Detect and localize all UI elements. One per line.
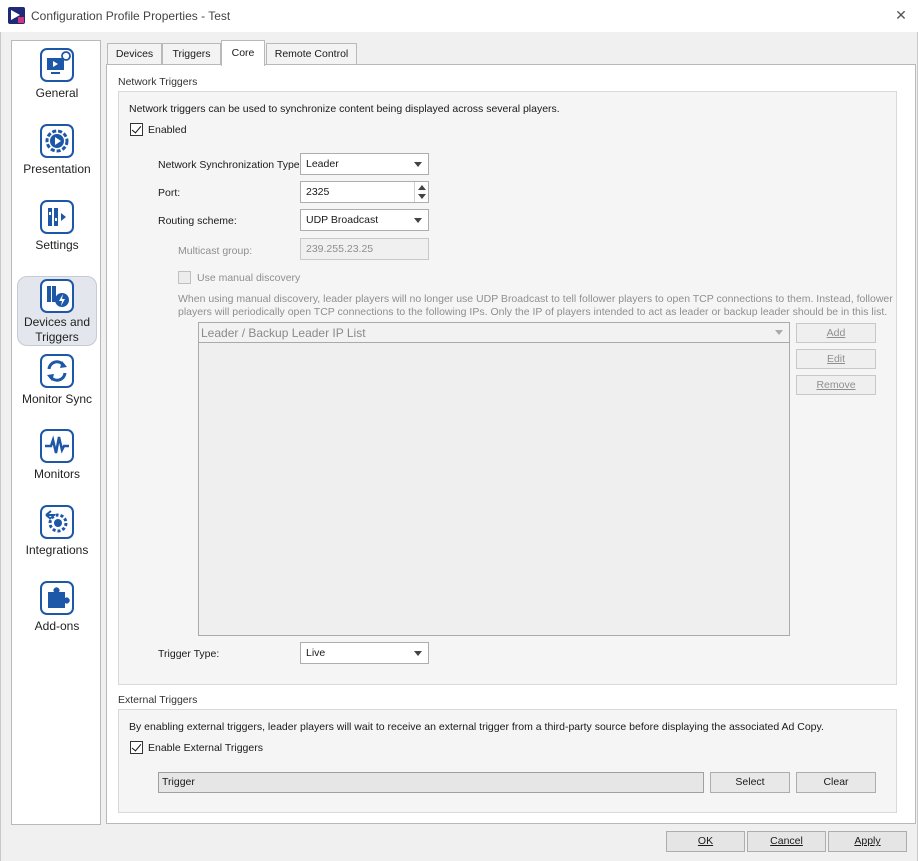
manual-discovery-help-line-2: players will periodically open TCP conne… (178, 306, 888, 318)
sidebar-item-label: Presentation (23, 162, 91, 176)
edit-button[interactable]: Edit (796, 349, 876, 369)
remove-button-label: Remove (816, 379, 856, 391)
sliders-icon (40, 200, 74, 234)
routing-scheme-dropdown[interactable]: UDP Broadcast (300, 209, 429, 231)
multicast-group-label: Multicast group: (178, 245, 253, 257)
manual-discovery-help-line-1: When using manual discovery, leader play… (178, 293, 893, 305)
ok-button[interactable]: OK (666, 831, 745, 852)
sidebar-item-label: Integrations (25, 543, 89, 557)
sidebar-item-label: General (35, 86, 79, 100)
add-button[interactable]: Add (796, 323, 876, 343)
close-button[interactable]: ✕ (888, 4, 914, 28)
puzzle-icon (40, 581, 74, 615)
sidebar-item-devices-and-triggers[interactable]: Devices and Triggers (17, 276, 97, 346)
sidebar-item-monitor-sync[interactable]: Monitor Sync (17, 354, 97, 424)
play-gear-icon (40, 124, 74, 158)
apply-button-label: Apply (854, 835, 881, 847)
enable-external-triggers-checkbox[interactable] (130, 741, 143, 754)
cancel-button[interactable]: Cancel (747, 831, 826, 852)
sidebar-item-label: Monitors (33, 467, 80, 481)
clear-button[interactable]: Clear (796, 772, 876, 793)
monitor-settings-icon (40, 48, 74, 82)
tab-devices[interactable]: Devices (107, 43, 162, 65)
sync-arrows-icon (40, 354, 74, 388)
window-title: Configuration Profile Properties - Test (31, 9, 231, 23)
manual-discovery-checkbox[interactable] (178, 271, 191, 284)
tab-core[interactable]: Core (221, 40, 265, 66)
sidebar-item-add-ons[interactable]: Add-ons (17, 581, 97, 647)
trigger-type-value: Live (306, 647, 326, 659)
routing-scheme-label: Routing scheme: (158, 215, 237, 227)
multicast-group-field[interactable]: 239.255.23.25 (300, 238, 429, 260)
chevron-down-icon (775, 330, 783, 335)
external-triggers-title: External Triggers (118, 694, 198, 706)
select-button[interactable]: Select (710, 772, 790, 793)
integration-gear-icon (40, 505, 74, 539)
external-triggers-description: By enabling external triggers, leader pl… (129, 721, 824, 733)
sync-type-label: Network Synchronization Type: (158, 159, 303, 171)
edit-button-label: Edit (826, 353, 846, 365)
ok-button-label: OK (697, 835, 714, 847)
network-triggers-description: Network triggers can be used to synchron… (129, 103, 560, 115)
port-spin-buttons[interactable] (414, 182, 428, 202)
sidebar-item-label: Devices and Triggers (23, 315, 91, 344)
sidebar-item-settings[interactable]: Settings (17, 200, 97, 266)
sidebar-item-presentation[interactable]: Presentation (17, 124, 97, 190)
port-label: Port: (158, 187, 181, 199)
apply-button[interactable]: Apply (828, 831, 907, 852)
trigger-type-label: Trigger Type: (158, 648, 220, 660)
chevron-down-icon (414, 651, 422, 656)
heartbeat-icon (40, 429, 74, 463)
devices-lightning-icon (40, 279, 74, 313)
ip-list[interactable]: Leader / Backup Leader IP List (198, 322, 790, 636)
chevron-down-icon (414, 162, 422, 167)
cancel-button-label: Cancel (770, 835, 803, 847)
port-value: 2325 (306, 186, 330, 198)
app-logo-icon (8, 7, 25, 24)
sidebar: General Presentation Settings Devices an… (11, 40, 101, 825)
ip-list-header-label: Leader / Backup Leader IP List (201, 326, 366, 340)
arrow-down-icon[interactable] (418, 194, 426, 199)
routing-scheme-value: UDP Broadcast (306, 214, 379, 226)
port-stepper[interactable]: 2325 (300, 181, 429, 203)
enabled-checkbox[interactable] (130, 123, 143, 136)
sync-type-value: Leader (306, 158, 339, 170)
manual-discovery-label: Use manual discovery (197, 272, 301, 284)
chevron-down-icon (414, 218, 422, 223)
trigger-field[interactable]: Trigger (158, 772, 704, 793)
remove-button[interactable]: Remove (796, 375, 876, 395)
tab-remote-control[interactable]: Remote Control (266, 43, 357, 65)
sidebar-item-monitors[interactable]: Monitors (17, 429, 97, 495)
arrow-up-icon[interactable] (418, 185, 426, 190)
sidebar-item-label: Add-ons (34, 619, 80, 633)
sidebar-item-label: Settings (35, 238, 79, 252)
add-button-label: Add (826, 327, 846, 339)
sidebar-item-general[interactable]: General (17, 48, 97, 114)
trigger-type-dropdown[interactable]: Live (300, 642, 429, 664)
ip-list-header[interactable]: Leader / Backup Leader IP List (199, 323, 789, 343)
tab-triggers[interactable]: Triggers (162, 43, 221, 65)
enabled-label: Enabled (148, 124, 187, 136)
sync-type-dropdown[interactable]: Leader (300, 153, 429, 175)
sidebar-item-integrations[interactable]: Integrations (17, 505, 97, 571)
enable-external-triggers-label: Enable External Triggers (148, 742, 263, 754)
sidebar-item-label: Monitor Sync (21, 392, 93, 406)
network-triggers-title: Network Triggers (118, 76, 198, 88)
